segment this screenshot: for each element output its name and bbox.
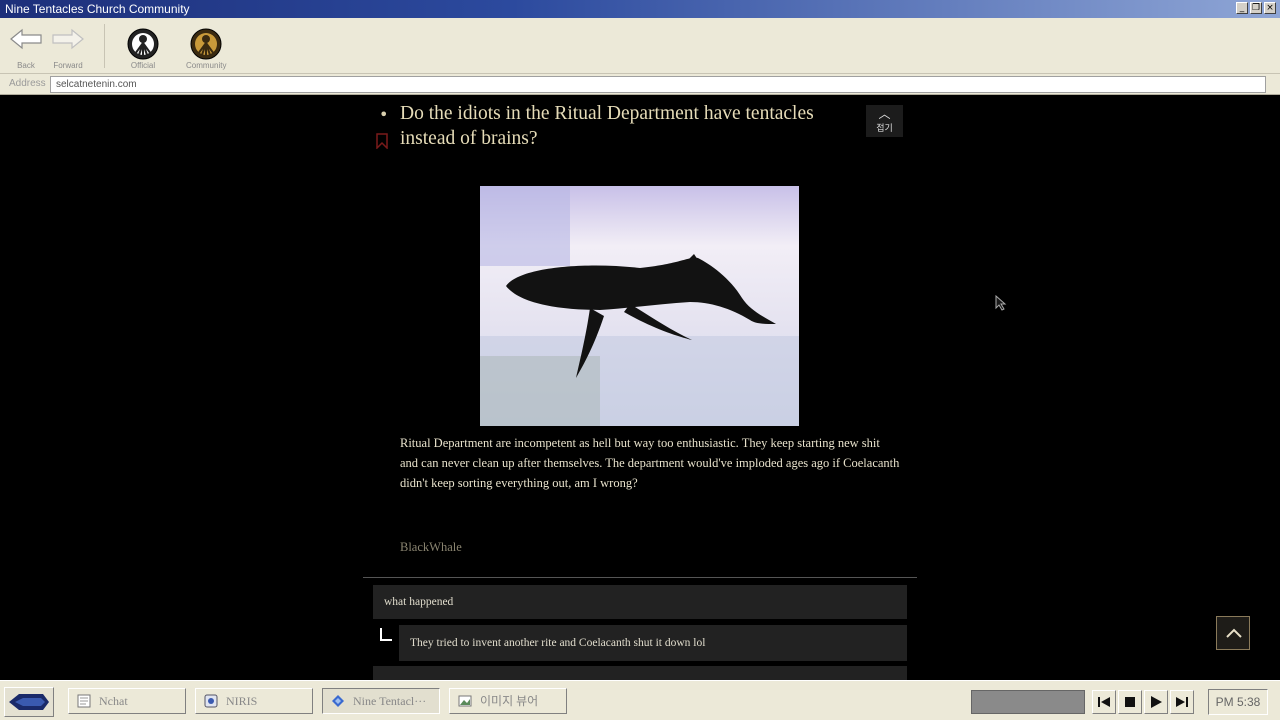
window-titlebar[interactable]: Nine Tentacles Church Community _ ❐ ×	[0, 0, 1280, 18]
official-emblem-icon	[127, 28, 159, 60]
browser-toolbar: Back Forward Official Community	[0, 18, 1280, 74]
fold-label: 접기	[876, 124, 893, 134]
forward-button[interactable]: Forward	[48, 24, 88, 72]
bookmark-icon[interactable]	[376, 133, 388, 149]
address-input[interactable]: selcatnetenin.com	[50, 76, 1266, 93]
task-label: NIRIS	[226, 694, 258, 708]
stop-icon	[1125, 697, 1135, 707]
window-controls: _ ❐ ×	[1236, 2, 1276, 14]
post-title: Do the idiots in the Ritual Department h…	[400, 103, 814, 149]
official-label: Official	[130, 61, 156, 70]
forward-arrow-icon	[52, 28, 84, 50]
community-emblem-icon	[190, 28, 222, 60]
restore-button[interactable]: ❐	[1250, 2, 1262, 14]
skip-back-icon	[1098, 697, 1110, 707]
media-progress-bar[interactable]	[971, 690, 1085, 714]
notepad-icon	[77, 694, 91, 708]
task-label: Nchat	[99, 694, 128, 708]
back-label: Back	[17, 61, 35, 70]
reply-arrow-icon	[380, 628, 392, 641]
task-label: 이미지 뷰어	[480, 694, 539, 708]
forum-post: • Do the idiots in the Ritual Department…	[363, 95, 917, 680]
play-button[interactable]	[1144, 690, 1168, 714]
image-viewer-icon	[458, 695, 472, 707]
post-divider	[363, 577, 917, 578]
chevron-up-icon: ︿	[878, 107, 891, 121]
scroll-to-top-button[interactable]	[1216, 616, 1250, 650]
skip-forward-icon	[1176, 697, 1188, 707]
back-arrow-icon	[10, 28, 42, 50]
taskbar: Nchat NIRIS Nine Tentacl··· 이미지 뷰어 PM 5:…	[0, 680, 1280, 720]
post-author[interactable]: BlackWhale	[400, 540, 462, 555]
play-icon	[1151, 696, 1162, 708]
back-button[interactable]: Back	[6, 24, 46, 72]
close-button[interactable]: ×	[1264, 2, 1276, 14]
next-track-button[interactable]	[1170, 690, 1194, 714]
task-nchat[interactable]: Nchat	[68, 688, 186, 714]
previous-track-button[interactable]	[1092, 690, 1116, 714]
start-button[interactable]	[4, 687, 54, 717]
chevron-up-icon	[1226, 628, 1242, 638]
fold-button[interactable]: ︿ 접기	[866, 105, 903, 137]
post-body: Ritual Department are incompetent as hel…	[400, 436, 900, 490]
browser-icon	[332, 695, 344, 707]
taskbar-clock: PM 5:38	[1208, 689, 1268, 715]
minimize-button[interactable]: _	[1236, 2, 1248, 14]
task-label: Nine Tentacl···	[353, 694, 427, 708]
address-bar: Address selcatnetenin.com	[0, 74, 1280, 95]
community-button[interactable]: Community	[186, 24, 226, 72]
page-content[interactable]: • Do the idiots in the Ritual Department…	[0, 95, 1280, 680]
whale-image	[480, 186, 799, 426]
official-button[interactable]: Official	[123, 24, 163, 72]
window-title: Nine Tentacles Church Community	[5, 2, 190, 16]
task-image-viewer[interactable]: 이미지 뷰어	[449, 688, 567, 714]
community-label: Community	[186, 61, 227, 70]
stop-button[interactable]	[1118, 690, 1142, 714]
forward-label: Forward	[53, 61, 83, 70]
whale-illustration	[480, 186, 799, 426]
niris-icon	[204, 694, 218, 708]
toolbar-separator	[104, 24, 105, 68]
task-browser[interactable]: Nine Tentacl···	[322, 688, 440, 714]
task-niris[interactable]: NIRIS	[195, 688, 313, 714]
mouse-cursor-icon	[995, 295, 1007, 311]
title-bullet: •	[379, 105, 389, 124]
comment-item-partial	[373, 666, 907, 680]
reply-item: They tried to invent another rite and Co…	[399, 625, 907, 661]
comment-item: what happened	[373, 585, 907, 619]
start-logo-icon	[9, 694, 49, 710]
address-label: Address	[9, 78, 46, 89]
